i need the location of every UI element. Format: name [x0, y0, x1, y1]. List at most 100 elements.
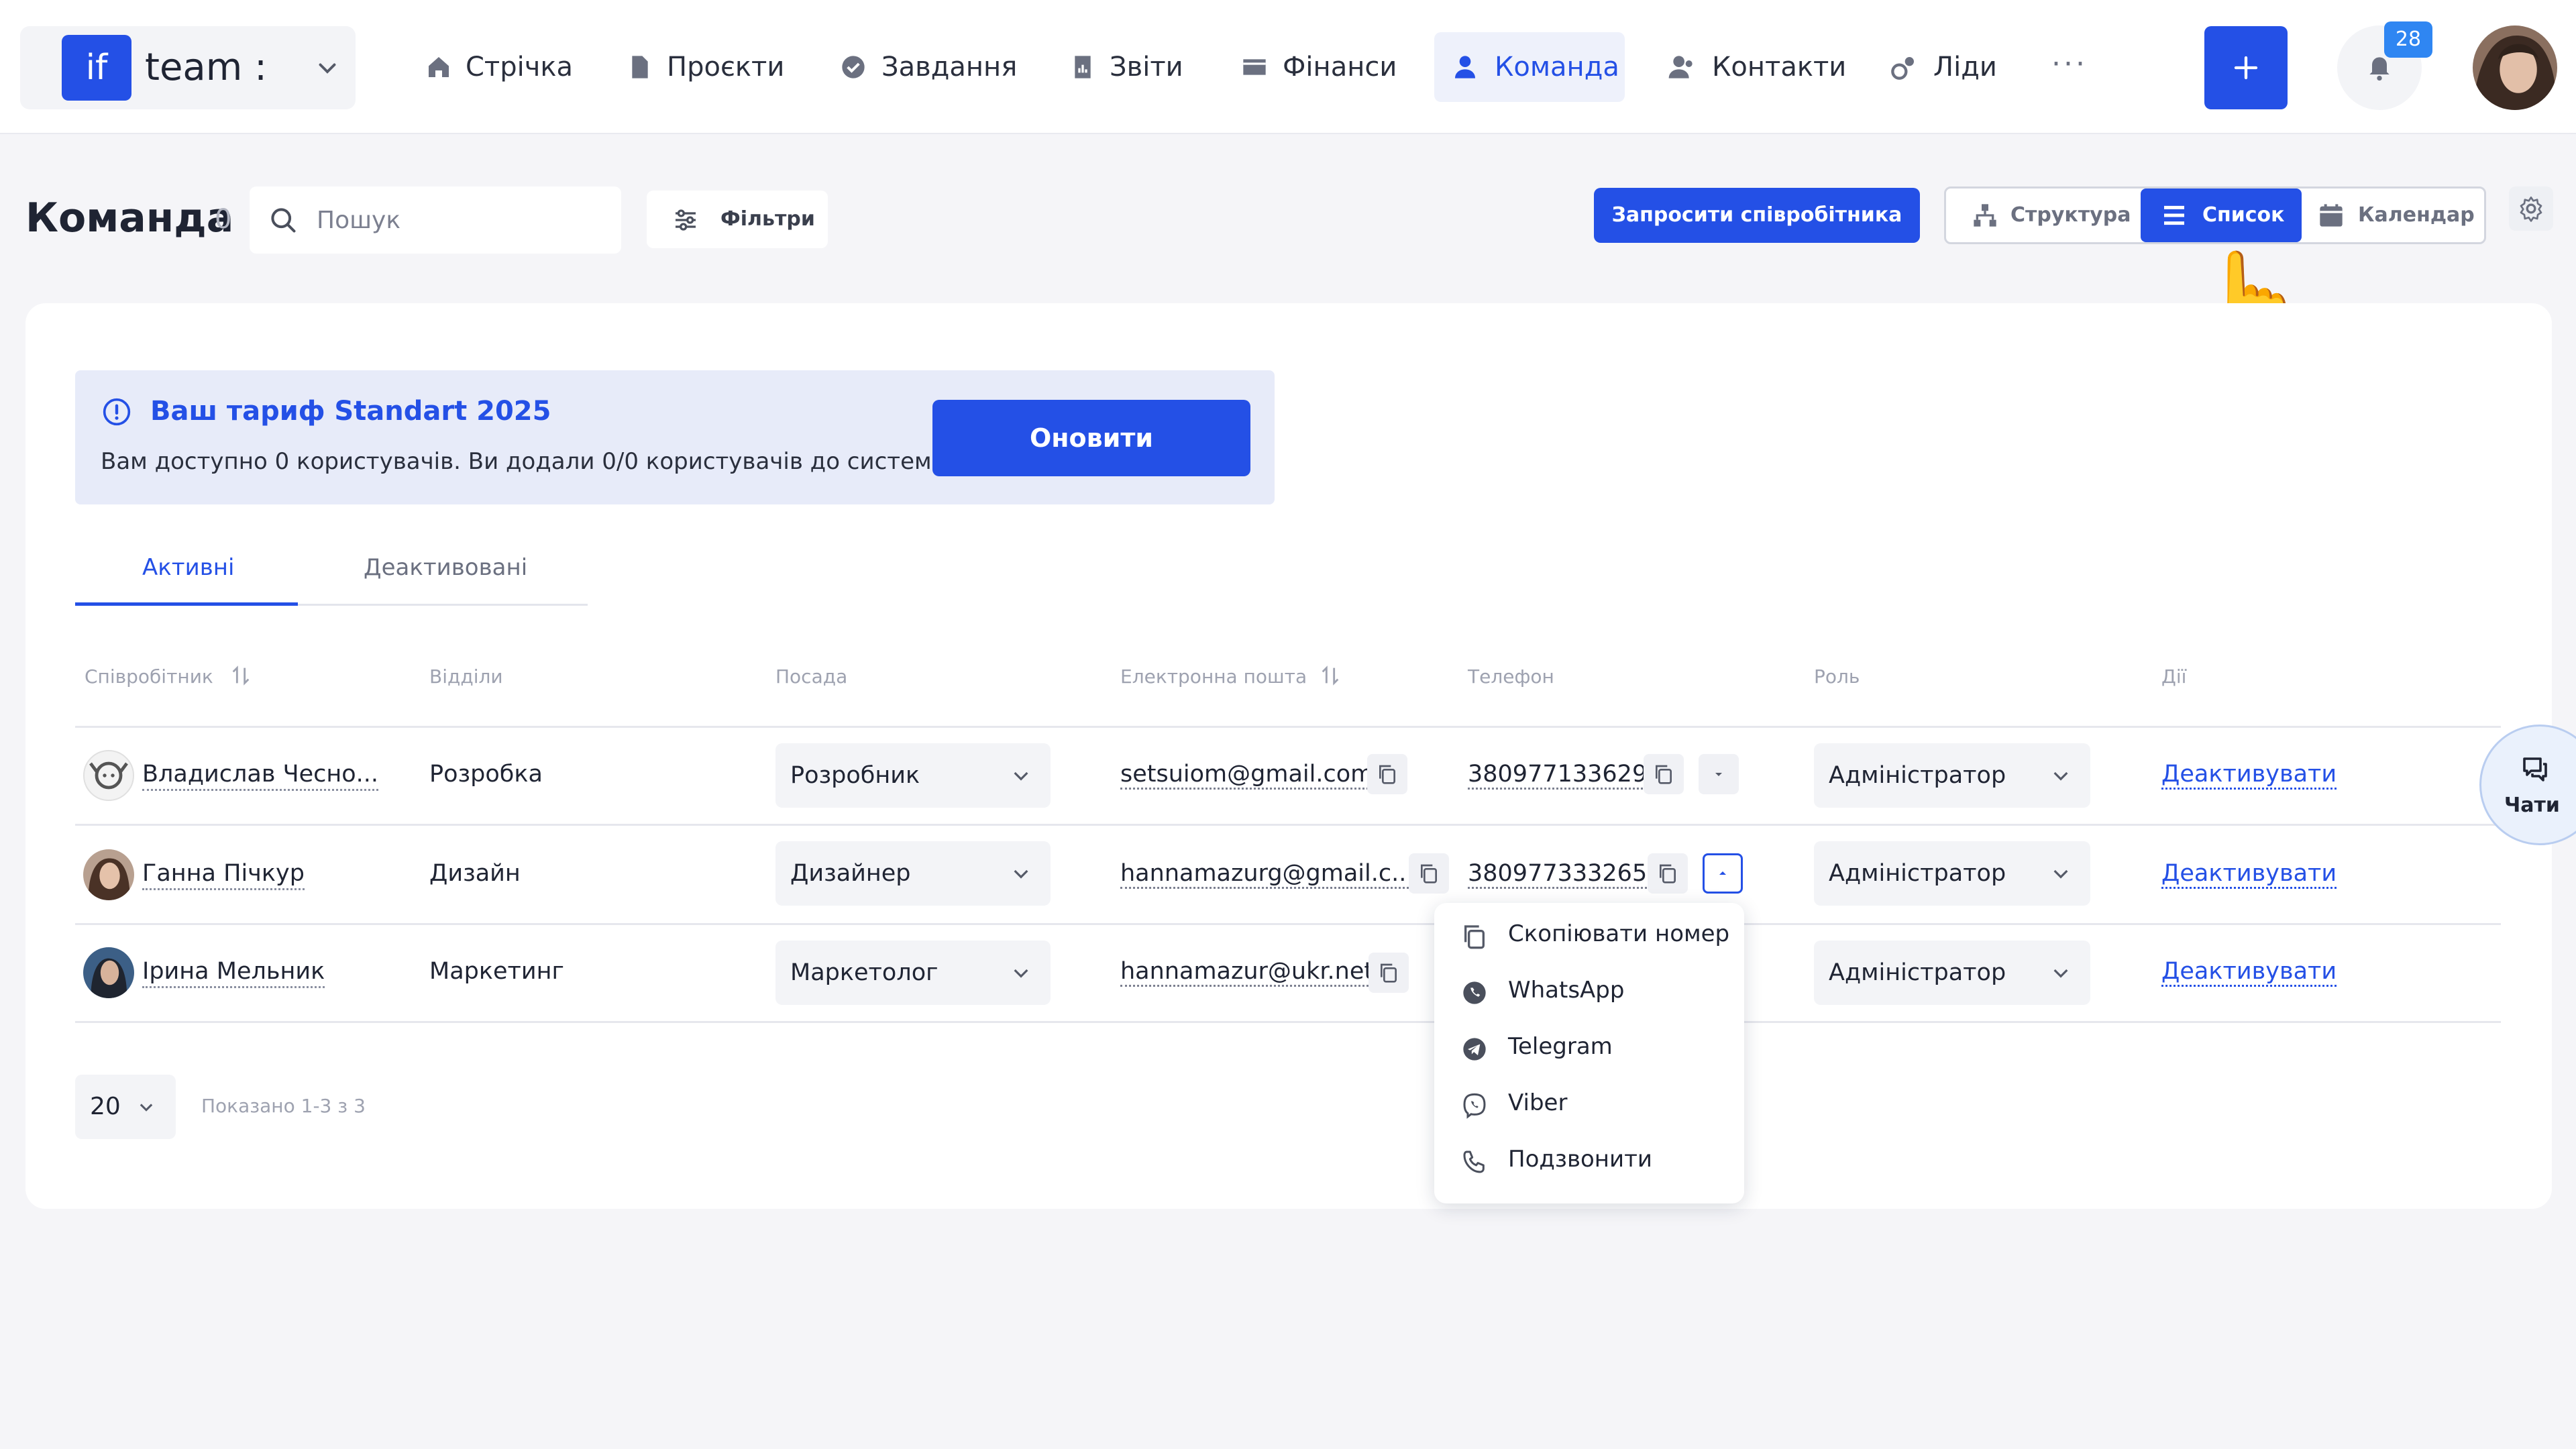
- update-plan-button[interactable]: Оновити: [932, 400, 1250, 476]
- nav-item-feed[interactable]: Стрічка: [417, 32, 578, 102]
- nav-item-team[interactable]: Команда: [1434, 32, 1625, 102]
- deactivate-link[interactable]: Деактивувати: [2161, 761, 2337, 790]
- avatar-image: [83, 947, 134, 998]
- active-tab-indicator: [75, 602, 298, 606]
- employee-name: Ірина Мельник: [142, 958, 325, 988]
- position-select[interactable]: Дизайнер: [775, 841, 1051, 906]
- copy-email-button[interactable]: [1368, 953, 1409, 993]
- email-cell: hannamazur@ukr.net: [1120, 958, 1374, 987]
- top-bar: if team : Стрічка Проєкти Завдання Звіти…: [0, 0, 2576, 134]
- calendar-icon: [2320, 204, 2343, 227]
- role-select[interactable]: Адміністратор: [1814, 841, 2090, 906]
- menu-item-copy-number[interactable]: Скопіювати номер: [1434, 908, 1744, 965]
- search-icon: [271, 208, 296, 233]
- deactivate-link[interactable]: Деактивувати: [2161, 958, 2337, 987]
- user-icon: [1455, 56, 1475, 78]
- view-structure-button[interactable]: Структура: [1946, 189, 2141, 242]
- department-cell: Маркетинг: [429, 958, 564, 985]
- role-value: Адміністратор: [1829, 959, 2006, 986]
- role-select[interactable]: Адміністратор: [1814, 941, 2090, 1005]
- user-avatar[interactable]: [2473, 25, 2557, 110]
- copy-phone-button[interactable]: [1644, 754, 1684, 794]
- position-value: Маркетолог: [790, 959, 938, 986]
- chevron-down-icon: [2053, 869, 2068, 879]
- chevron-down-icon: [1014, 969, 1028, 978]
- column-header-phone: Телефон: [1468, 665, 1554, 688]
- nav-item-leads[interactable]: Ліди: [1886, 32, 2007, 102]
- search-box: [250, 186, 621, 254]
- position-select[interactable]: Маркетолог: [775, 941, 1051, 1005]
- view-list-button[interactable]: Список: [2141, 189, 2302, 242]
- phone-value: 380977333265: [1468, 860, 1648, 889]
- leads-icon: [1891, 57, 1914, 80]
- copy-icon: [1421, 864, 1437, 883]
- view-label: Список: [2202, 203, 2285, 227]
- phone-options-button[interactable]: [1703, 853, 1743, 894]
- role-select[interactable]: Адміністратор: [1814, 743, 2090, 808]
- menu-item-telegram[interactable]: Telegram: [1434, 1021, 1744, 1077]
- copy-email-button[interactable]: [1409, 853, 1449, 894]
- position-select[interactable]: Розробник: [775, 743, 1051, 808]
- phone-cell: 380977133629: [1468, 761, 1648, 790]
- email-cell: setsuiom@gmail.com: [1120, 761, 1374, 790]
- nav-item-reports[interactable]: Звіти: [1063, 32, 1197, 102]
- settings-button[interactable]: [2509, 186, 2553, 231]
- nav-item-tasks[interactable]: Завдання: [833, 32, 1028, 102]
- department-cell: Розробка: [429, 761, 543, 788]
- app-logo: if: [62, 35, 131, 101]
- filters-button[interactable]: Фільтри: [647, 191, 828, 248]
- home-icon: [429, 57, 449, 77]
- role-value: Адміністратор: [1829, 860, 2006, 887]
- avatar: [83, 750, 134, 801]
- copy-email-button[interactable]: [1367, 754, 1407, 794]
- list-icon: [2164, 205, 2184, 225]
- email-cell: hannamazurg@gmail.c...: [1120, 860, 1414, 889]
- column-label: Електронна пошта: [1120, 665, 1307, 688]
- telegram-icon: [1463, 1038, 1486, 1061]
- filters-label: Фільтри: [720, 207, 815, 231]
- team-switcher[interactable]: if team :: [20, 26, 356, 109]
- nav-item-projects[interactable]: Проєкти: [620, 32, 794, 102]
- column-header-departments: Відділи: [429, 665, 503, 688]
- chevron-down-icon: [2053, 969, 2068, 978]
- column-label: Співробітник: [85, 665, 213, 688]
- tab-active[interactable]: Активні: [142, 554, 234, 581]
- menu-item-whatsapp[interactable]: WhatsApp: [1434, 965, 1744, 1021]
- caret-up-icon: [1719, 871, 1726, 875]
- structure-icon: [1974, 204, 1996, 227]
- more-menu-icon[interactable]: ···: [2051, 32, 2088, 102]
- contacts-icon: [1668, 56, 1693, 78]
- deactivate-link[interactable]: Деактивувати: [2161, 860, 2337, 889]
- nav-item-contacts[interactable]: Контакти: [1665, 32, 1846, 102]
- tab-deactivated[interactable]: Деактивовані: [364, 554, 527, 581]
- nav-item-finance[interactable]: Фінанси: [1234, 32, 1409, 102]
- employee-name-link[interactable]: Ірина Мельник: [142, 958, 325, 988]
- view-calendar-button[interactable]: Календар: [2302, 189, 2484, 242]
- column-header-email[interactable]: Електронна пошта: [1120, 665, 1339, 688]
- phone-options-button[interactable]: [1699, 754, 1739, 794]
- employee-name-link[interactable]: Владислав Чесно...: [142, 761, 379, 791]
- invite-employee-button[interactable]: Запросити співробітника: [1594, 188, 1920, 243]
- employee-name-link[interactable]: Ганна Пічкур: [142, 860, 305, 890]
- menu-item-call[interactable]: Подзвонити: [1434, 1134, 1744, 1190]
- column-header-employee[interactable]: Співробітник: [85, 665, 250, 688]
- copy-phone-button[interactable]: [1648, 853, 1688, 894]
- copy-icon: [1656, 765, 1672, 784]
- menu-item-viber[interactable]: Viber: [1434, 1077, 1744, 1134]
- search-input[interactable]: [317, 186, 605, 254]
- sort-icon: [1322, 665, 1339, 686]
- phone-options-menu: Скопіювати номер WhatsApp Telegram Viber…: [1434, 903, 1744, 1203]
- chevron-down-icon: [2053, 771, 2068, 781]
- add-button[interactable]: [2204, 26, 2288, 109]
- phone-value: 380977133629: [1468, 761, 1648, 790]
- whatsapp-icon: [1463, 981, 1486, 1004]
- notifications-badge: 28: [2384, 21, 2432, 58]
- page-size-select[interactable]: 20: [75, 1075, 176, 1139]
- employee-name: Ганна Пічкур: [142, 860, 305, 890]
- view-switcher: Структура Список Календар: [1944, 186, 2486, 244]
- nav-label: Звіти: [1110, 52, 1183, 83]
- phone-cell: 380977333265: [1468, 860, 1648, 889]
- nav-label: Завдання: [881, 52, 1018, 83]
- table-divider: [75, 824, 2501, 826]
- nav-label: Ліди: [1933, 52, 1997, 83]
